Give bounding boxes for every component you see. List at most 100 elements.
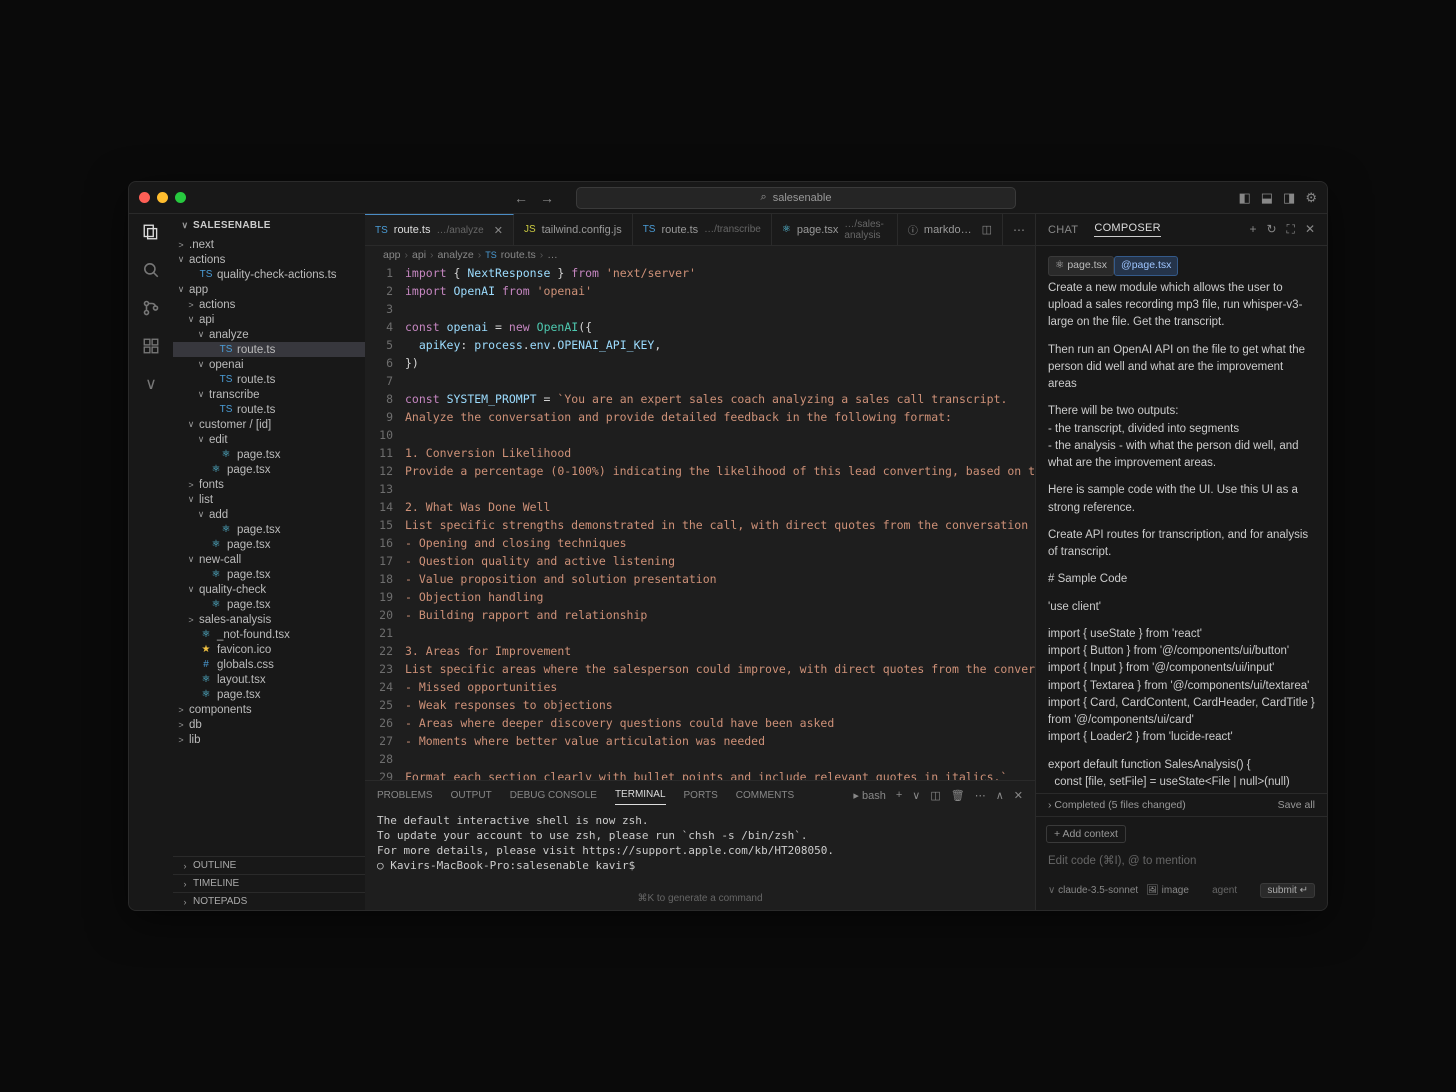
folder-transcribe[interactable]: ∨transcribe [173,387,365,402]
file--not-found-tsx[interactable]: ⚛_not-found.tsx [173,627,365,642]
file-page-tsx[interactable]: ⚛page.tsx [173,567,365,582]
gear-icon[interactable]: ⚙ [1305,190,1317,206]
folder-actions[interactable]: ∨actions [173,252,365,267]
composer-text: export default function SalesAnalysis() … [1048,757,1315,794]
folder-openai[interactable]: ∨openai [173,357,365,372]
composer-input[interactable]: Edit code (⌘I), @ to mention [1046,849,1317,883]
folder-add[interactable]: ∨add [173,507,365,522]
breadcrumb[interactable]: app›api›analyze›TSroute.ts›… [365,246,1035,264]
code-editor[interactable]: 1234567891011121314151617181920212223242… [365,264,1035,780]
split-icon[interactable]: ◫ [982,223,992,236]
file-tree: >.next∨actionsTSquality-check-actions.ts… [173,237,365,856]
file-page-tsx[interactable]: ⚛page.tsx [173,537,365,552]
split-icon[interactable]: ◫ [930,789,940,802]
tab-markdo-[interactable]: ⓘmarkdo…◫ [898,214,1003,245]
folder-components[interactable]: >components [173,702,365,717]
panel-tab-output[interactable]: OUTPUT [451,786,492,805]
model-selector[interactable]: claude-3.5-sonnet [1048,885,1138,896]
folder-lib[interactable]: >lib [173,732,365,747]
tab-tailwind-config-js[interactable]: JStailwind.config.js [514,214,633,245]
expand-icon[interactable]: ⛶ [1287,222,1295,237]
file-pill[interactable]: ⚛ page.tsx [1048,256,1114,276]
search-icon: ⌕ [761,191,767,204]
folder-sales-analysis[interactable]: >sales-analysis [173,612,365,627]
trash-icon[interactable]: 🗑 [951,789,965,802]
folder-fonts[interactable]: >fonts [173,477,365,492]
file-layout-tsx[interactable]: ⚛layout.tsx [173,672,365,687]
folder-app[interactable]: ∨app [173,282,365,297]
panel-tab-ports[interactable]: PORTS [684,786,718,805]
folder-quality-check[interactable]: ∨quality-check [173,582,365,597]
close-icon[interactable] [139,192,150,203]
tab-route-ts[interactable]: TSroute.ts…/analyze✕ [365,214,514,245]
chevron-down-icon[interactable]: ∨ [912,789,920,802]
back-icon[interactable]: ← [514,190,528,206]
more-icon[interactable]: ⋯ [975,789,986,802]
file-page-tsx[interactable]: ⚛page.tsx [173,687,365,702]
folder-edit[interactable]: ∨edit [173,432,365,447]
file-page-tsx[interactable]: ⚛page.tsx [173,597,365,612]
folder--next[interactable]: >.next [173,237,365,252]
file-route-ts[interactable]: TSroute.ts [173,372,365,387]
code-content[interactable]: import { NextResponse } from 'next/serve… [405,264,1035,780]
tab-chat[interactable]: CHAT [1048,224,1078,236]
file-page-tsx[interactable]: ⚛page.tsx [173,462,365,477]
maximize-icon[interactable] [175,192,186,203]
terminal-output[interactable]: The default interactive shell is now zsh… [365,809,1035,890]
outline-section[interactable]: ›OUTLINE [173,856,365,874]
mention-pill[interactable]: @page.tsx [1114,256,1178,276]
tab-page-tsx[interactable]: ⚛page.tsx…/sales-analysis [772,214,898,245]
folder-new-call[interactable]: ∨new-call [173,552,365,567]
folder-actions[interactable]: >actions [173,297,365,312]
file-route-ts[interactable]: TSroute.ts [173,342,365,357]
search-icon[interactable] [141,260,161,280]
notepads-section[interactable]: ›NOTEPADS [173,892,365,910]
file-globals-css[interactable]: #globals.css [173,657,365,672]
file-route-ts[interactable]: TSroute.ts [173,402,365,417]
file-favicon-ico[interactable]: ★favicon.ico [173,642,365,657]
panel-tab-problems[interactable]: PROBLEMS [377,786,433,805]
history-icon[interactable]: ↻ [1266,222,1276,237]
file-quality-check-actions-ts[interactable]: TSquality-check-actions.ts [173,267,365,282]
folder-customer----id-[interactable]: ∨customer / [id] [173,417,365,432]
close-icon[interactable]: ✕ [1014,789,1023,802]
plus-icon[interactable]: + [1249,222,1256,237]
folder-api[interactable]: ∨api [173,312,365,327]
command-hint: ⌘K to generate a command [365,890,1035,910]
status-completed[interactable]: › Completed (5 files changed) [1048,799,1186,811]
panel-tab-terminal[interactable]: TERMINAL [615,785,666,805]
titlebar-actions: ◧ ⬓ ◨ ⚙ [1238,190,1317,206]
submit-button[interactable]: submit ↵ [1260,883,1315,898]
add-context-button[interactable]: + Add context [1046,825,1126,843]
shell-badge[interactable]: ▸ bash [853,789,885,802]
layout-left-icon[interactable]: ◧ [1238,190,1250,206]
folder-list[interactable]: ∨list [173,492,365,507]
timeline-section[interactable]: ›TIMELINE [173,874,365,892]
source-control-icon[interactable] [141,298,161,318]
composer-panel: CHAT COMPOSER + ↻ ⛶ ✕ ⚛ page.tsx@page.ts… [1035,214,1327,910]
image-button[interactable]: 🖼 image [1146,885,1189,896]
panel-tab-debug-console[interactable]: DEBUG CONSOLE [510,786,597,805]
folder-analyze[interactable]: ∨analyze [173,327,365,342]
close-icon[interactable]: ✕ [494,224,503,237]
file-page-tsx[interactable]: ⚛page.tsx [173,447,365,462]
plus-icon[interactable]: + [896,789,902,801]
save-all-button[interactable]: Save all [1278,799,1315,811]
layout-right-icon[interactable]: ◨ [1283,190,1295,206]
panel-tab-comments[interactable]: COMMENTS [736,786,794,805]
explorer-header[interactable]: ∨ SALESENABLE [173,214,365,237]
forward-icon[interactable]: → [540,190,554,206]
command-search[interactable]: ⌕ salesenable [576,187,1016,209]
tab-composer[interactable]: COMPOSER [1094,222,1161,237]
explorer-icon[interactable] [141,222,161,242]
more-icon[interactable]: ⋯ [1013,223,1025,237]
chevron-down-icon[interactable]: ∨ [141,374,161,394]
tab-route-ts[interactable]: TSroute.ts…/transcribe [633,214,772,245]
folder-db[interactable]: >db [173,717,365,732]
close-icon[interactable]: ✕ [1305,222,1315,237]
layout-bottom-icon[interactable]: ⬓ [1261,190,1273,206]
extensions-icon[interactable] [141,336,161,356]
chevron-up-icon[interactable]: ∧ [996,789,1004,802]
file-page-tsx[interactable]: ⚛page.tsx [173,522,365,537]
minimize-icon[interactable] [157,192,168,203]
